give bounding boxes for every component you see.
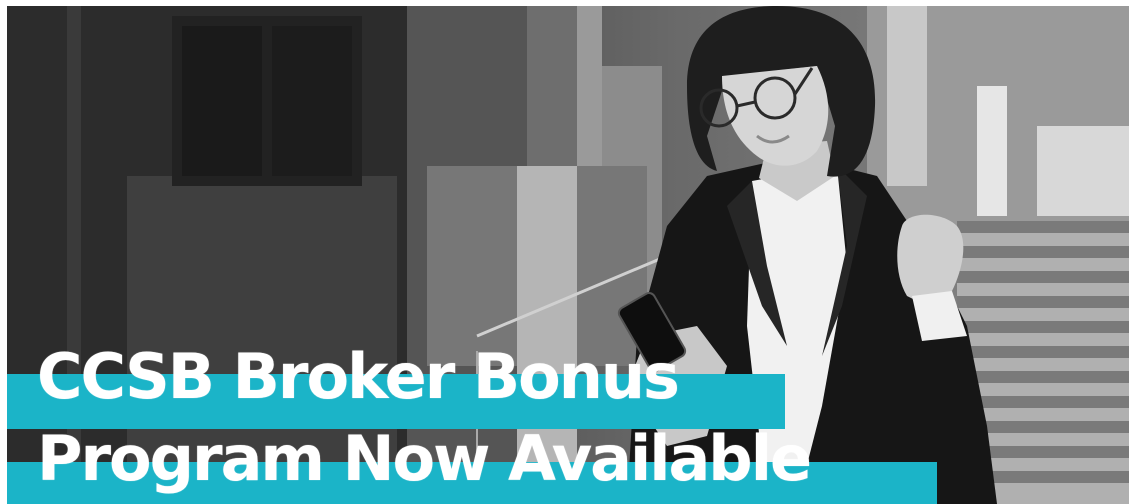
headline-line-2: Program Now Available xyxy=(37,422,812,495)
hero-banner: CCSB Broker Bonus Program Now Available xyxy=(7,6,1129,504)
headline-line-1: CCSB Broker Bonus xyxy=(37,340,680,413)
